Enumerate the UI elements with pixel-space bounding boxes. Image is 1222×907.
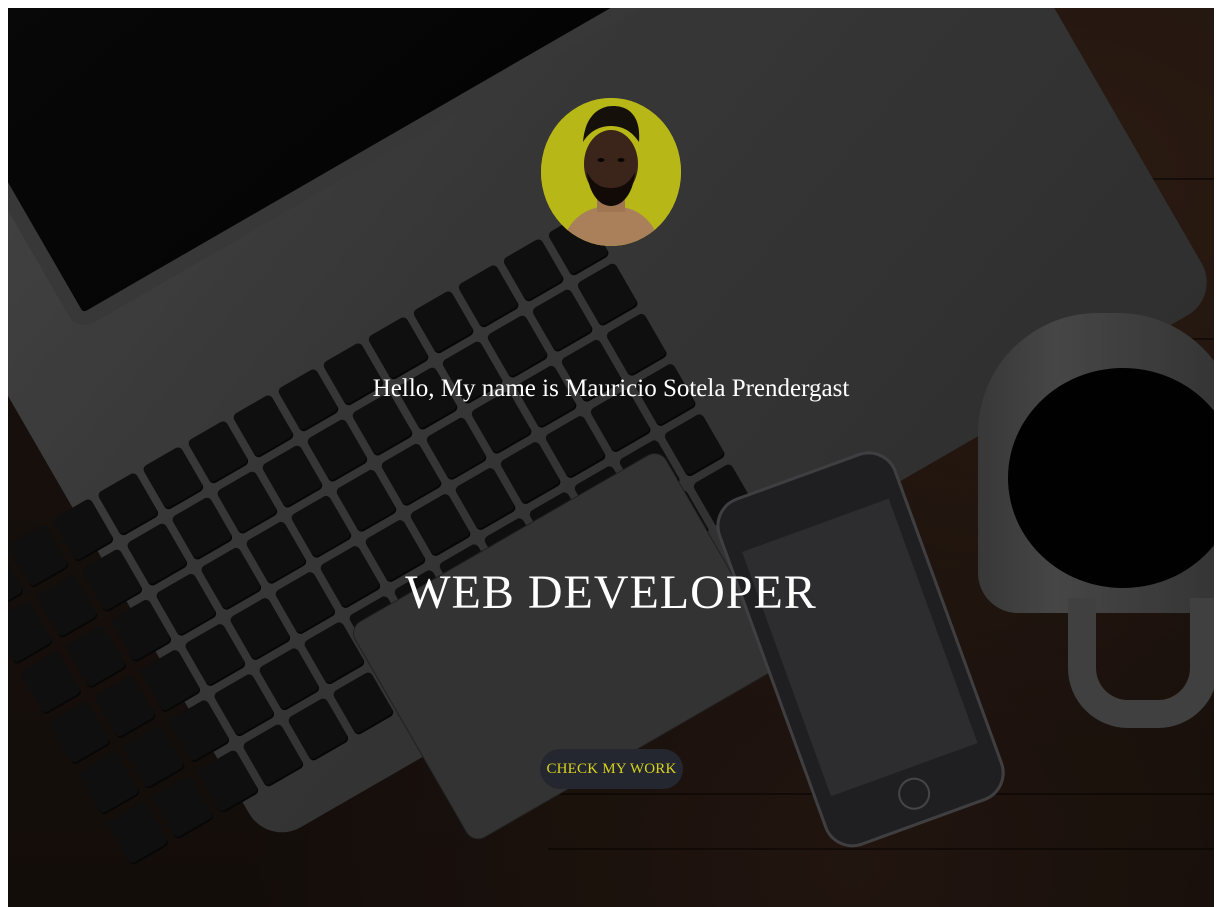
profile-photo <box>541 98 681 246</box>
check-my-work-button[interactable]: CHECK MY WORK <box>540 749 683 789</box>
profile-avatar <box>541 98 681 246</box>
hero-section: Hello, My name is Mauricio Sotela Prende… <box>8 8 1214 907</box>
page-title: WEB DEVELOPER <box>405 566 817 619</box>
greeting-text: Hello, My name is Mauricio Sotela Prende… <box>372 375 850 402</box>
